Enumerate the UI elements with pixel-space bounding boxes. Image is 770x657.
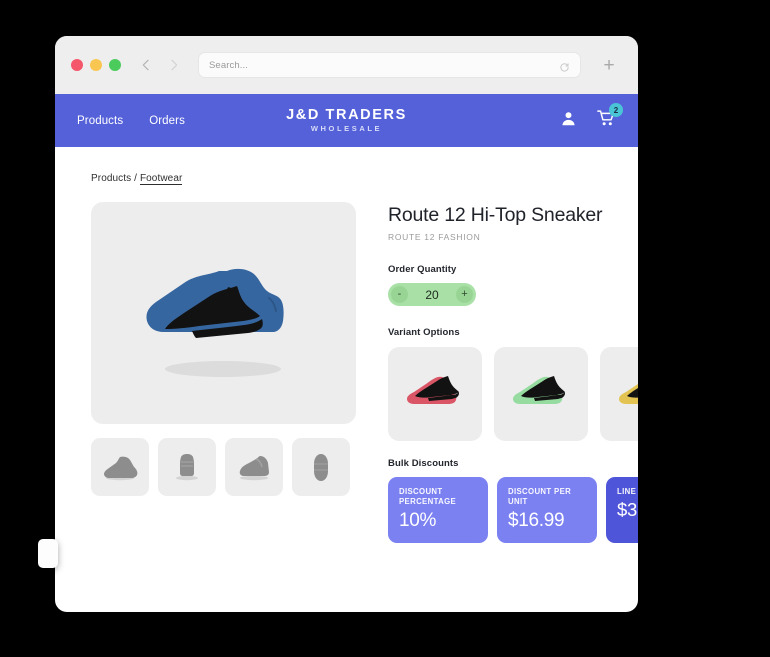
variant-sneaker-icon [513,376,565,405]
navbar-links: Products Orders [77,115,185,127]
bulk-card-label: Discount Per Unit [508,487,572,507]
hero-sneaker-illustration [145,268,284,377]
product-layout: Route 12 Hi-Top Sneaker ROUTE 12 FASHION… [55,202,638,544]
variant-option-green[interactable] [494,347,588,442]
bulk-card-label: Discount Percentage [399,487,457,507]
variant-option-red[interactable] [388,347,482,442]
thumbnail-strip [91,438,356,496]
breadcrumb: Products / Footwear [55,173,638,185]
navbar-icons: 2 [560,103,623,132]
breadcrumb-separator: / [134,173,138,184]
order-quantity-block: Order Quantity - 20 + [388,264,638,307]
new-tab-button[interactable]: + [596,56,622,75]
cart-count-badge: 2 [609,103,623,117]
product-hero-image[interactable] [91,202,356,424]
search-placeholder-text: Search... [209,59,248,71]
brand-tagline: WHOLESALE [310,124,383,134]
bulk-card-label: Line Total [617,487,638,497]
maximize-window-button[interactable] [109,59,121,71]
bulk-card-value: 10% [399,510,437,532]
bulk-discounts-label: Bulk Discounts [388,458,459,470]
product-details: Route 12 Hi-Top Sneaker ROUTE 12 FASHION… [388,202,638,544]
search-input[interactable]: Search... [199,53,580,77]
variant-sneaker-icon [407,376,459,405]
bulk-card-discount-percentage: Discount Percentage 10% [388,477,488,544]
bulk-discounts-list: Discount Percentage 10% Discount Per Uni… [388,477,638,544]
page-content: Products / Footwear Route 12 Hi-Top Snea… [55,147,638,544]
bulk-card-line-total: Line Total $3,058.20 [606,477,638,544]
browser-chrome: Search... + [55,36,638,94]
window-controls [71,59,121,71]
close-window-button[interactable] [71,59,83,71]
product-brand: ROUTE 12 FASHION [388,232,481,243]
bulk-card-value: $16.99 [508,510,565,532]
thumbnail-item[interactable] [292,438,350,496]
product-gallery [91,202,356,496]
app-navbar: Products Orders J&D TRADERS WHOLESALE 2 [55,94,638,147]
user-account-icon[interactable] [560,110,577,132]
reload-icon[interactable] [559,60,570,72]
variant-options-label: Variant Options [388,327,460,339]
bulk-card-discount-per-unit: Discount Per Unit $16.99 [497,477,597,544]
bulk-card-value: $3,058.20 [617,499,638,521]
variant-options-list [388,347,638,442]
quantity-stepper[interactable]: - 20 + [388,283,476,307]
back-arrow-icon[interactable] [139,58,153,72]
breadcrumb-current[interactable]: Footwear [139,173,183,185]
variant-options-block: Variant Options [388,327,638,442]
product-title: Route 12 Hi-Top Sneaker [388,204,603,226]
forward-arrow-icon[interactable] [167,58,181,72]
screenshot-stage: Search... + Products Orders J&D TRADERS … [0,0,770,657]
quantity-decrement-button[interactable]: - [391,286,408,304]
nav-link-products[interactable]: Products [77,115,123,127]
order-quantity-label: Order Quantity [388,264,457,276]
browser-navigation [139,58,181,72]
variant-option-yellow[interactable] [600,347,638,442]
breadcrumb-parent[interactable]: Products [91,173,131,184]
thumbnail-item[interactable] [225,438,283,496]
thumbnail-item[interactable] [91,438,149,496]
variant-sneaker-icon [619,384,638,405]
quantity-increment-button[interactable]: + [455,286,473,304]
cart-button[interactable]: 2 [597,103,623,132]
browser-window-clip: Search... + Products Orders J&D TRADERS … [55,36,638,612]
quantity-value: 20 [425,287,439,302]
thumbnail-item[interactable] [158,438,216,496]
minimize-window-button[interactable] [90,59,102,71]
browser-window: Search... + Products Orders J&D TRADERS … [38,36,638,612]
side-panel-handle[interactable] [38,539,58,568]
bulk-discounts-block: Bulk Discounts Discount Percentage 10% D… [388,458,638,544]
nav-link-orders[interactable]: Orders [149,115,185,127]
